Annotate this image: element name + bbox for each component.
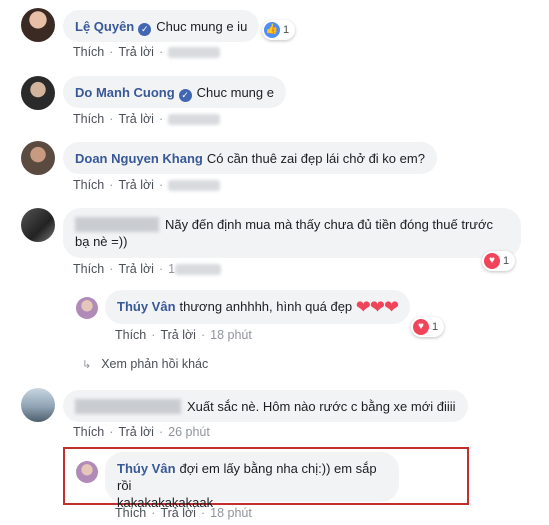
heart-emoji-icon: ❤❤❤ bbox=[355, 297, 399, 317]
love-reaction-icon: ♥ bbox=[484, 253, 500, 269]
comment-bubble: Do Manh Cuong ✓ Chuc mung e bbox=[63, 76, 286, 108]
like-link[interactable]: Thích bbox=[115, 506, 146, 520]
commenter-name[interactable]: Thúy Vân bbox=[117, 461, 176, 476]
blurred-time bbox=[168, 180, 221, 192]
like-link[interactable]: Thích bbox=[115, 328, 146, 342]
like-link[interactable]: Thích bbox=[73, 425, 104, 439]
like-link[interactable]: Thích bbox=[73, 45, 104, 59]
comment-actions: Thích · Trả lời · 1 bbox=[73, 262, 222, 276]
reaction-count[interactable]: 👍 1 bbox=[262, 20, 296, 40]
comment-text: Chuc mung e bbox=[196, 85, 274, 100]
comment-time[interactable]: 1 bbox=[168, 262, 175, 276]
comment-actions: Thích · Trả lời · bbox=[73, 112, 221, 126]
reply-actions: Thích · Trả lời · 18 phút bbox=[115, 506, 252, 520]
commenter-name[interactable]: Thúy Vân bbox=[117, 299, 176, 314]
reply-link[interactable]: Trả lời bbox=[118, 262, 154, 276]
reply-link[interactable]: Trả lời bbox=[118, 178, 154, 192]
reply-text: thương anhhhh, hình quá đẹp bbox=[179, 299, 353, 314]
comment-text: Xuất sắc nè. Hôm nào rước c bằng xe mới … bbox=[187, 399, 456, 414]
reply-link[interactable]: Trả lời bbox=[118, 425, 154, 439]
avatar[interactable] bbox=[21, 76, 55, 110]
reaction-count[interactable]: ♥ 1 bbox=[482, 251, 516, 271]
reply-bubble: Thúy Vân đợi em lấy bằng nha chị:)) em sắ… bbox=[105, 452, 399, 510]
avatar[interactable] bbox=[76, 297, 98, 319]
comment-text: Chuc mung e iu bbox=[156, 19, 248, 34]
reply-link[interactable]: Trả lời bbox=[118, 45, 154, 59]
avatar[interactable] bbox=[21, 208, 55, 242]
reaction-count[interactable]: ♥ 1 bbox=[411, 317, 445, 337]
verified-icon: ✓ bbox=[138, 23, 152, 36]
comment-bubble: Doan Nguyen Khang Có cần thuê zai đẹp lái… bbox=[63, 142, 437, 174]
reply-arrow-icon: ↳ bbox=[82, 359, 92, 371]
avatar[interactable] bbox=[21, 141, 55, 175]
avatar[interactable] bbox=[76, 461, 98, 483]
blurred-time bbox=[168, 47, 221, 59]
avatar[interactable] bbox=[21, 8, 55, 42]
reply-time[interactable]: 18 phút bbox=[210, 328, 252, 342]
like-link[interactable]: Thích bbox=[73, 262, 104, 276]
comment-time[interactable]: 26 phút bbox=[168, 425, 210, 439]
comment-bubble: Nãy đến định mua mà thấy chưa đủ tiền đó… bbox=[63, 208, 521, 258]
comment-bubble: Lệ Quyên ✓ Chuc mung e iu bbox=[63, 10, 260, 42]
like-link[interactable]: Thích bbox=[73, 178, 104, 192]
commenter-name[interactable]: Doan Nguyen Khang bbox=[75, 151, 203, 166]
like-link[interactable]: Thích bbox=[73, 112, 104, 126]
reply-link[interactable]: Trả lời bbox=[160, 328, 196, 342]
reply-bubble: Thúy Vân thương anhhhh, hình quá đẹp ❤❤❤ bbox=[105, 290, 411, 324]
commenter-name[interactable]: Lệ Quyên bbox=[75, 19, 134, 34]
comment-actions: Thích · Trả lời · 26 phút bbox=[73, 425, 210, 439]
reply-link[interactable]: Trả lời bbox=[118, 112, 154, 126]
comment-actions: Thích · Trả lời · bbox=[73, 45, 221, 59]
reply-actions: Thích · Trả lời · 18 phút bbox=[115, 328, 252, 342]
blurred-commenter-name bbox=[75, 399, 181, 414]
reply-link[interactable]: Trả lời bbox=[160, 506, 196, 520]
like-reaction-icon: 👍 bbox=[264, 22, 280, 38]
reply-time[interactable]: 18 phút bbox=[210, 506, 252, 520]
blurred-time bbox=[168, 114, 221, 126]
comment-actions: Thích · Trả lời · bbox=[73, 178, 221, 192]
more-replies-link[interactable]: ↳ Xem phản hồi khác bbox=[82, 357, 208, 371]
commenter-name[interactable]: Do Manh Cuong bbox=[75, 85, 175, 100]
comment-bubble: Xuất sắc nè. Hôm nào rước c bằng xe mới … bbox=[63, 390, 468, 422]
verified-icon: ✓ bbox=[178, 89, 192, 102]
avatar[interactable] bbox=[21, 388, 55, 422]
comment-text: Có cần thuê zai đẹp lái chở đi ko em? bbox=[206, 151, 425, 166]
blurred-commenter-name bbox=[75, 217, 159, 232]
love-reaction-icon: ♥ bbox=[413, 319, 429, 335]
